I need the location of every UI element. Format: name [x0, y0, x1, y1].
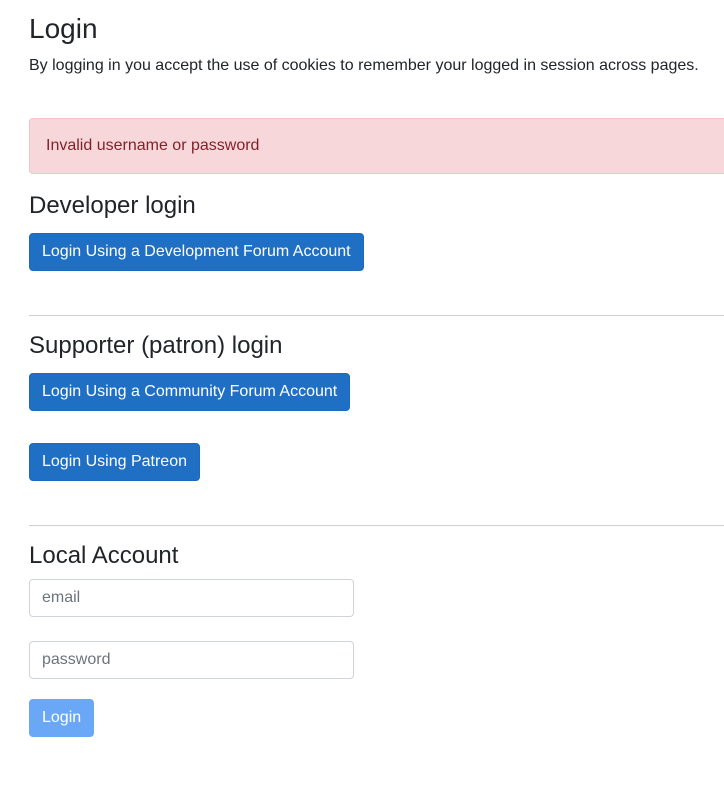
- developer-login-heading: Developer login: [29, 192, 196, 219]
- local-login-button[interactable]: Login: [29, 699, 95, 737]
- error-alert: Invalid username or password: [29, 118, 724, 174]
- section-divider: [29, 315, 724, 316]
- cookie-notice: By logging in you accept the use of cook…: [29, 57, 699, 74]
- section-divider: [29, 525, 724, 526]
- local-account-heading: Local Account: [29, 542, 179, 569]
- password-field[interactable]: [29, 641, 354, 679]
- email-field[interactable]: [29, 579, 354, 617]
- login-page: Login By logging in you accept the use o…: [0, 0, 724, 794]
- community-forum-login-button[interactable]: Login Using a Community Forum Account: [29, 373, 351, 411]
- dev-forum-login-button[interactable]: Login Using a Development Forum Account: [29, 233, 364, 271]
- patreon-login-button[interactable]: Login Using Patreon: [29, 443, 200, 481]
- page-title: Login: [29, 13, 98, 44]
- supporter-login-heading: Supporter (patron) login: [29, 332, 283, 359]
